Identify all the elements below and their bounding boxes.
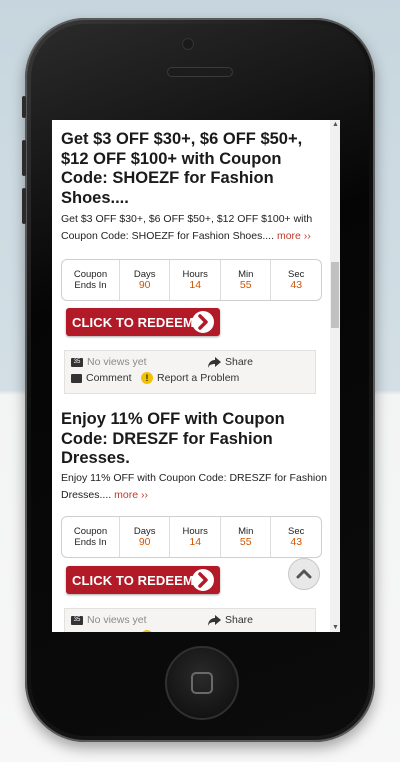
deal-title[interactable]: Get $3 OFF $30+, $6 OFF $50+, $12 OFF $1… xyxy=(61,130,323,208)
scroll-up-icon[interactable]: ▲ xyxy=(332,121,339,128)
comment-button[interactable]: Comment xyxy=(71,372,132,384)
views-count: 35 No views yet xyxy=(71,356,147,368)
coupon-countdown: Coupon Ends In Days 90 Hours 14 Min 55 S… xyxy=(61,516,322,558)
deal-stats-bar: 35 No views yet Share ! xyxy=(64,608,316,632)
countdown-hours: Hours 14 xyxy=(169,260,220,300)
chevron-up-icon xyxy=(296,569,312,579)
countdown-days: Days 90 xyxy=(118,260,170,300)
deal-description: Get $3 OFF $30+, $6 OFF $50+, $12 OFF $1… xyxy=(61,211,327,245)
deal-description-text: Get $3 OFF $30+, $6 OFF $50+, $12 OFF $1… xyxy=(61,213,313,242)
deal-stats-bar: 35 No views yet Share Comment ! Report a… xyxy=(64,350,316,394)
coupon-countdown: Coupon Ends In Days 90 Hours 14 Min 55 S… xyxy=(61,259,322,301)
deal-description: Enjoy 11% OFF with Coupon Code: DRESZF f… xyxy=(61,470,327,504)
countdown-hours: Hours 14 xyxy=(169,517,220,557)
volume-down-button xyxy=(22,188,26,224)
countdown-minutes: Min 55 xyxy=(219,260,271,300)
deal-title[interactable]: Enjoy 11% OFF with Coupon Code: DRESZF f… xyxy=(61,410,323,469)
home-button[interactable] xyxy=(165,646,239,720)
share-icon xyxy=(208,614,221,626)
views-count: 35 No views yet xyxy=(71,614,147,626)
views-icon: 35 xyxy=(71,357,83,367)
countdown-days: Days 90 xyxy=(118,517,170,557)
chevron-right-icon xyxy=(192,311,214,333)
scrollbar[interactable]: ▲ ▼ xyxy=(330,120,340,632)
click-to-redeem-button[interactable]: CLICK TO REDEEM xyxy=(66,308,220,336)
phone-screen: Get $3 OFF $30+, $6 OFF $50+, $12 OFF $1… xyxy=(52,120,340,632)
countdown-seconds: Sec 43 xyxy=(270,517,321,557)
report-problem-button[interactable]: ! Report a Problem xyxy=(141,372,239,384)
click-to-redeem-button[interactable]: CLICK TO REDEEM xyxy=(66,566,220,594)
volume-up-button xyxy=(22,140,26,176)
share-icon xyxy=(208,356,221,368)
countdown-label: Coupon Ends In xyxy=(73,526,108,548)
share-button[interactable]: Share xyxy=(208,614,253,626)
deal-description-text: Enjoy 11% OFF with Coupon Code: DRESZF f… xyxy=(61,472,327,501)
share-button[interactable]: Share xyxy=(208,356,253,368)
chevron-right-icon xyxy=(192,569,214,591)
silent-switch xyxy=(22,96,26,118)
redeem-label: CLICK TO REDEEM xyxy=(72,572,194,588)
back-to-top-button[interactable] xyxy=(288,558,320,590)
warning-icon: ! xyxy=(141,630,153,632)
comment-icon xyxy=(71,373,82,383)
front-camera xyxy=(182,38,194,50)
countdown-label: Coupon Ends In xyxy=(73,269,108,291)
warning-icon-partial: ! xyxy=(141,630,153,632)
countdown-minutes: Min 55 xyxy=(219,517,271,557)
scroll-down-icon[interactable]: ▼ xyxy=(332,624,339,631)
scrollbar-thumb[interactable] xyxy=(331,262,339,328)
more-link[interactable]: more ›› xyxy=(114,489,148,501)
earpiece-speaker xyxy=(167,67,233,77)
warning-icon: ! xyxy=(141,372,153,384)
redeem-label: CLICK TO REDEEM xyxy=(72,314,194,330)
more-link[interactable]: more ›› xyxy=(277,230,311,242)
countdown-seconds: Sec 43 xyxy=(270,260,321,300)
views-icon: 35 xyxy=(71,615,83,625)
